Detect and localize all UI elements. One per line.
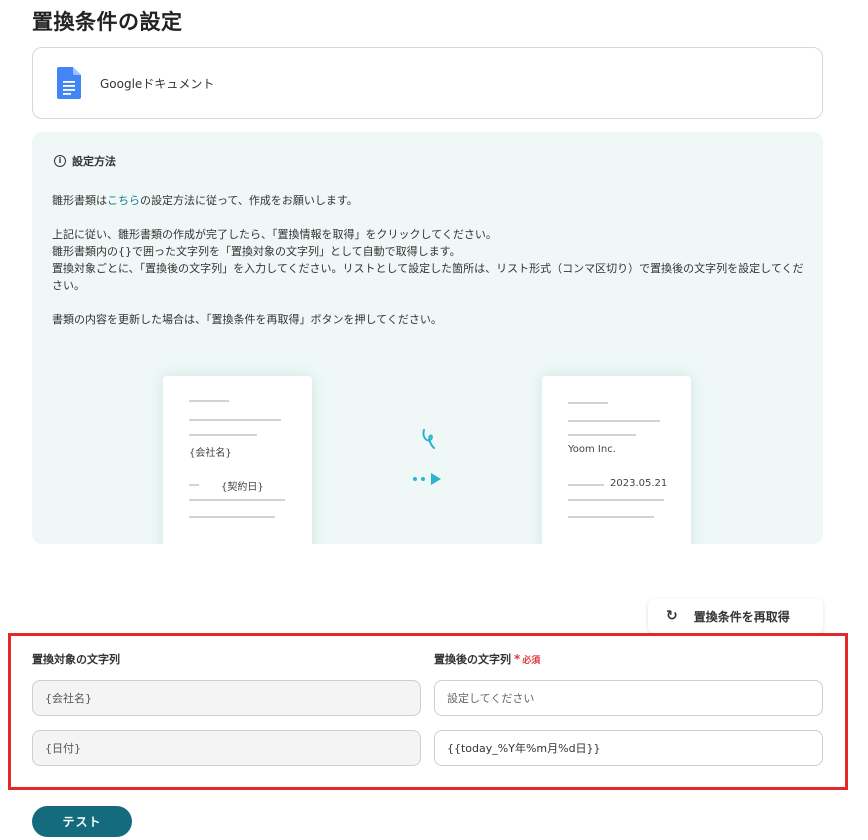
template-date-label: {契約日} xyxy=(221,482,264,493)
refetch-conditions-button[interactable]: ↻ 置換条件を再取得 xyxy=(648,599,823,633)
target-input-1[interactable] xyxy=(447,691,822,705)
source-column-label: 置換対象の文字列 xyxy=(32,651,120,667)
info-text: 雛形書類はこちらの設定方法に従って、作成をお願いします。 上記に従い、雛形書類の… xyxy=(52,192,804,328)
app-card: Googleドキュメント xyxy=(32,47,823,119)
source-field-2: {日付} xyxy=(32,730,421,766)
refresh-icon: ↻ xyxy=(666,608,678,624)
info-line-3: 雛形書類内の{}で囲った文字列を「置換対象の文字列」として自動で取得します。 xyxy=(52,245,461,258)
template-company-label: {会社名} xyxy=(189,448,232,459)
info-icon: i xyxy=(54,155,66,167)
target-input-2[interactable] xyxy=(447,741,822,755)
test-button[interactable]: テスト xyxy=(32,806,132,837)
app-name: Googleドキュメント xyxy=(100,76,215,91)
source-column-label-text: 置換対象の文字列 xyxy=(32,653,120,666)
target-column-label-text: 置換後の文字列 xyxy=(434,653,511,666)
generated-doc-illustration: Yoom Inc. 2023.05.21 xyxy=(542,376,691,544)
info-panel: i 設定方法 雛形書類はこちらの設定方法に従って、作成をお願いします。 上記に従… xyxy=(32,132,823,544)
info-line-2: 上記に従い、雛形書類の作成が完了したら、「置換情報を取得」をクリックしてください… xyxy=(52,228,497,241)
required-star-icon: * xyxy=(514,652,521,666)
page-title: 置換条件の設定 xyxy=(32,10,183,34)
info-line-4: 置換対象ごとに、「置換後の文字列」を入力してください。リストとして設定した箇所は… xyxy=(52,262,804,292)
info-line-1-post: の設定方法に従って、作成をお願いします。 xyxy=(140,194,358,207)
info-line-1: 雛形書類はこちらの設定方法に従って、作成をお願いします。 xyxy=(52,192,804,209)
source-field-1: {会社名} xyxy=(32,680,421,716)
template-guide-link[interactable]: こちら xyxy=(107,194,140,207)
google-docs-icon xyxy=(57,67,81,99)
target-column-label: 置換後の文字列 * 必須 xyxy=(434,651,540,667)
required-badge: 必須 xyxy=(522,656,541,666)
target-field-1[interactable] xyxy=(434,680,823,716)
generated-company-label: Yoom Inc. xyxy=(568,444,616,455)
refetch-conditions-label: 置換条件を再取得 xyxy=(693,609,790,624)
info-heading-text: 設定方法 xyxy=(72,155,116,168)
generated-date-label: 2023.05.21 xyxy=(610,478,668,489)
arrow-right-icon xyxy=(412,470,444,489)
source-field-2-value: {日付} xyxy=(45,742,81,755)
yoom-logo-icon xyxy=(420,428,438,454)
target-field-2[interactable] xyxy=(434,730,823,766)
info-line-5: 書類の内容を更新した場合は、「置換条件を再取得」ボタンを押してください。 xyxy=(52,313,442,326)
source-field-1-value: {会社名} xyxy=(45,692,92,705)
template-doc-illustration: {会社名} {契約日} xyxy=(163,376,312,544)
info-line-1-pre: 雛形書類は xyxy=(52,194,107,207)
info-heading: i 設定方法 xyxy=(54,153,116,169)
